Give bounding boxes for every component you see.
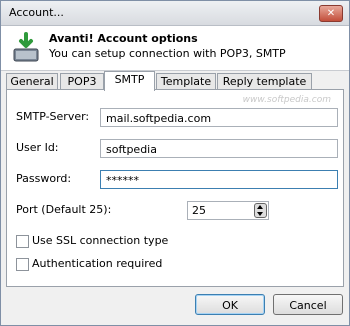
auth-label[interactable]: Authentication required	[32, 257, 162, 270]
header-subtitle: You can setup connection with POP3, SMTP	[49, 47, 286, 60]
smtp-server-input[interactable]: mail.softpedia.com	[100, 108, 338, 127]
cancel-button[interactable]: Cancel	[273, 294, 343, 315]
tab-general[interactable]: General	[6, 73, 58, 90]
tab-smtp[interactable]: SMTP	[104, 71, 155, 91]
tab-reply-template[interactable]: Reply template	[217, 73, 312, 90]
header-title: Avanti! Account options	[49, 32, 198, 45]
port-label: Port (Default 25):	[16, 203, 112, 216]
window-title: Account...	[9, 6, 64, 19]
smtp-server-label: SMTP-Server:	[16, 110, 90, 123]
ok-button[interactable]: OK	[195, 294, 265, 315]
password-input[interactable]: ******	[100, 170, 338, 189]
port-spinner[interactable]: 25	[187, 201, 269, 220]
smtp-panel: www.softpedia.com SMTP-Server: mail.soft…	[6, 89, 344, 287]
dialog-header: Avanti! Account options You can setup co…	[1, 26, 349, 71]
auth-checkbox[interactable]	[16, 258, 29, 271]
close-button[interactable]: ✕	[319, 5, 343, 22]
watermark: www.softpedia.com	[242, 95, 331, 105]
tab-template[interactable]: Template	[156, 73, 216, 90]
account-dialog: Account... ✕ Avanti! Account options You…	[0, 0, 350, 326]
spin-arrows-icon[interactable]	[254, 203, 267, 218]
tab-pop3[interactable]: POP3	[60, 73, 104, 90]
password-label: Password:	[16, 172, 72, 185]
close-icon: ✕	[326, 8, 336, 19]
port-value: 25	[192, 204, 206, 217]
ssl-checkbox[interactable]	[16, 235, 29, 248]
user-id-label: User Id:	[16, 141, 59, 154]
ssl-label[interactable]: Use SSL connection type	[32, 234, 168, 247]
user-id-input[interactable]: softpedia	[100, 139, 338, 158]
account-settings-icon	[13, 32, 39, 62]
title-bar[interactable]: Account... ✕	[1, 1, 349, 26]
